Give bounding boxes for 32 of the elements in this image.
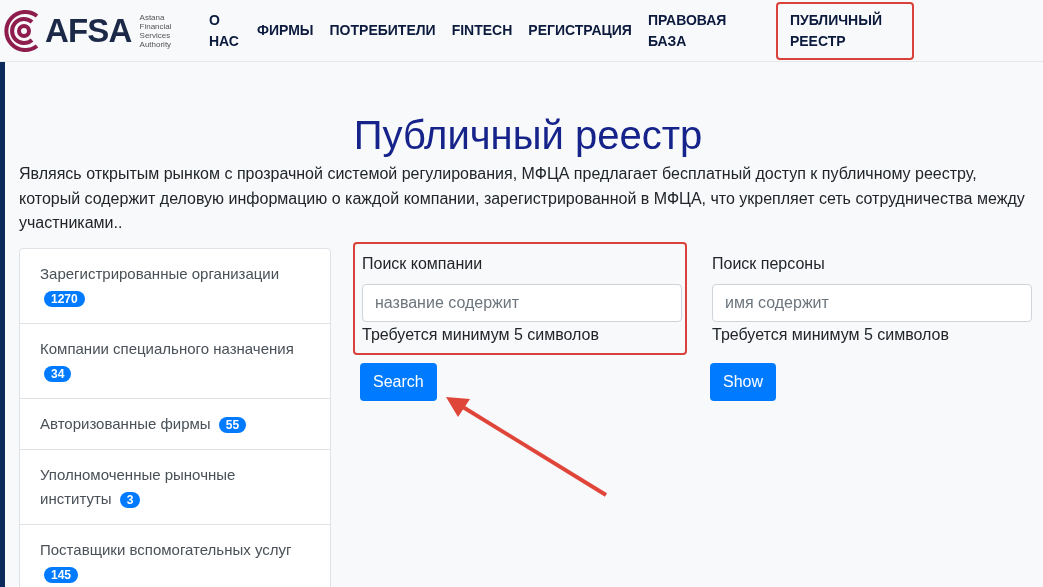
category-link[interactable]: Авторизованные фирмы 55 bbox=[20, 397, 330, 449]
count-badge: 34 bbox=[44, 365, 72, 382]
count-badge: 55 bbox=[218, 416, 247, 433]
logo-tagline: Services bbox=[139, 30, 172, 40]
hint-text: Требуется минимум 5 символов bbox=[362, 324, 600, 345]
logo-tagline: Astana bbox=[139, 12, 166, 22]
nav-link[interactable]: ФИРМЫ bbox=[257, 20, 314, 41]
hint-text: Требуется минимум 5 символов bbox=[712, 324, 950, 345]
search-button[interactable]: Show bbox=[710, 362, 777, 401]
count-badge: 1270 bbox=[44, 290, 85, 307]
search-field[interactable]: имя содержит bbox=[712, 283, 1032, 322]
search-button[interactable]: Search bbox=[360, 362, 437, 401]
logo-tagline: Authority bbox=[139, 39, 172, 49]
logo-tagline: Financial bbox=[139, 21, 172, 31]
nav-link[interactable]: ПРАВОВАЯ БАЗА bbox=[647, 9, 740, 52]
field-label: Поиск персоны bbox=[712, 253, 826, 274]
category-link[interactable]: Поставщики вспомогательных услуг 145 bbox=[20, 523, 330, 587]
logo-text: AFSA bbox=[45, 14, 132, 47]
category-link[interactable]: Компании специального назначения 34 bbox=[20, 322, 330, 398]
count-badge: 145 bbox=[44, 566, 79, 583]
search-field[interactable]: название содержит bbox=[362, 283, 682, 322]
page-title: Публичный реестр bbox=[352, 112, 704, 159]
intro-paragraph: Являясь открытым рынком с прозрачной системой регулирования, МФЦА предлагает бесплатный доступ к публичному реестру, который содержит деловую информацию о каждой компании, зарегистрированной в МФЦА, что укрепляет сеть сотрудничества между участниками.. bbox=[19, 164, 1026, 233]
count-badge: 3 bbox=[119, 491, 141, 508]
category-link[interactable]: Зарегистрированные организации 1270 bbox=[20, 248, 330, 323]
nav-link[interactable]: ПОТРЕБИТЕЛИ bbox=[329, 20, 436, 41]
category-link[interactable]: Уполномоченные рыночные институты 3 bbox=[20, 448, 330, 524]
nav-link[interactable]: О НАС bbox=[209, 9, 241, 52]
nav-link[interactable]: ПУБЛИЧНЫЙ РЕЕСТР bbox=[775, 1, 914, 60]
field-label: Поиск компании bbox=[362, 253, 484, 274]
nav-link[interactable]: РЕГИСТРАЦИЯ bbox=[528, 20, 632, 41]
nav-link[interactable]: FINTECH bbox=[451, 20, 513, 41]
